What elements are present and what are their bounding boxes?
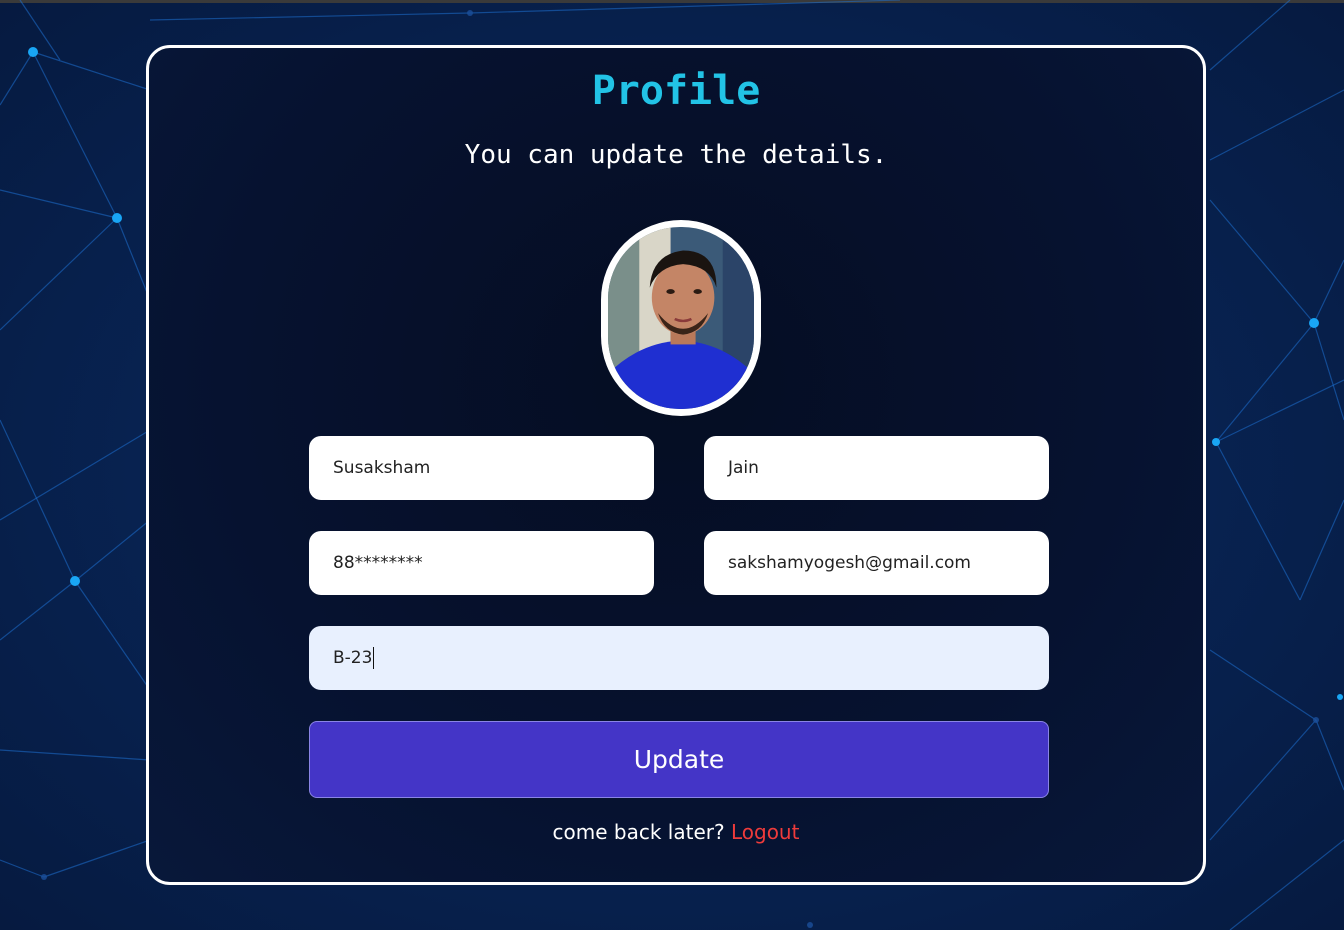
page-title: Profile bbox=[591, 68, 761, 114]
footer-prompt: come back later? bbox=[552, 820, 725, 844]
first-name-value: Susaksham bbox=[333, 458, 431, 478]
last-name-value: Jain bbox=[728, 458, 759, 478]
avatar[interactable] bbox=[601, 220, 761, 416]
text-cursor bbox=[373, 647, 375, 669]
logout-link[interactable]: Logout bbox=[731, 820, 799, 844]
first-name-field[interactable]: Susaksham bbox=[309, 436, 654, 500]
profile-card: Profile You can update the details. Susa… bbox=[146, 45, 1206, 885]
update-button[interactable]: Update bbox=[309, 721, 1049, 798]
email-value: sakshamyogesh@gmail.com bbox=[728, 553, 971, 573]
phone-field[interactable]: 88******** bbox=[309, 531, 654, 595]
footer: come back later? Logout bbox=[149, 820, 1203, 844]
update-button-label: Update bbox=[633, 745, 725, 774]
page-subtitle: You can update the details. bbox=[464, 140, 888, 170]
address-value: B-23 bbox=[333, 648, 373, 668]
last-name-field[interactable]: Jain bbox=[704, 436, 1049, 500]
email-field[interactable]: sakshamyogesh@gmail.com bbox=[704, 531, 1049, 595]
address-field[interactable]: B-23 bbox=[309, 626, 1049, 690]
phone-value: 88******** bbox=[333, 553, 423, 573]
profile-photo bbox=[608, 227, 754, 409]
